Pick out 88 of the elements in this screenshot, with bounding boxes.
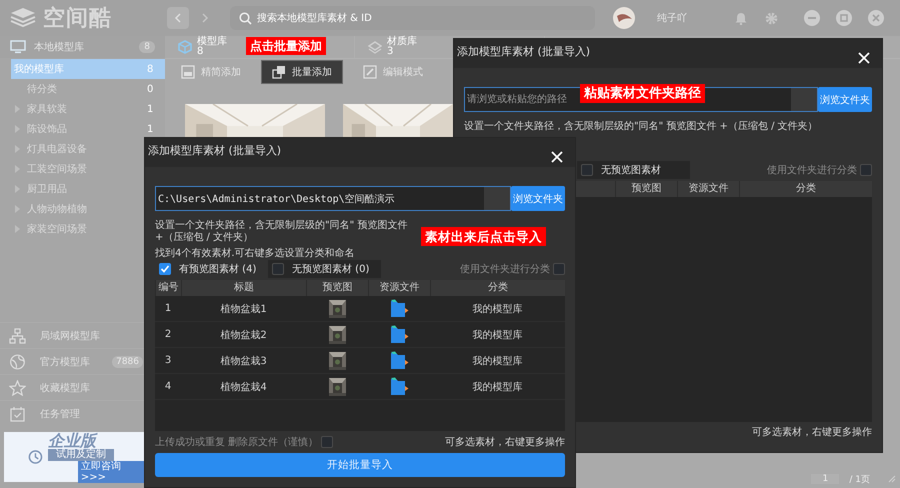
close-icon[interactable]: [551, 151, 563, 163]
table-cell-text: 4: [164, 380, 172, 394]
image-icon: [181, 65, 195, 79]
back-button[interactable]: [167, 7, 189, 29]
table-cell-text: 我的模型库: [472, 302, 524, 316]
hint-text: 设置一个文件夹路径，含无限制层级的"同名" 预览图文件 +（压缩包 / 文件夹）: [155, 220, 408, 244]
toolbar-button[interactable]: 编辑模式: [357, 60, 429, 84]
dialog-title: 添加模型库素材 (批量导入): [148, 143, 282, 158]
column-header[interactable]: 预览图: [615, 181, 677, 197]
filter-tab[interactable]: 无预览图素材: [577, 161, 690, 179]
checkbox[interactable]: [159, 263, 171, 275]
user-name[interactable]: 纯子吖: [657, 11, 687, 25]
cube-icon: [178, 40, 192, 54]
table-row[interactable]: 2 植物盆栽2 我的模型库: [155, 322, 565, 348]
star-icon: [9, 380, 26, 396]
pencil-icon: [363, 65, 377, 79]
table-cell-text: 我的模型库: [472, 380, 524, 394]
option-label: 上传成功或重复 删除原文件（谨慎）: [155, 436, 318, 449]
folder-icon: [390, 351, 408, 370]
maximize-icon[interactable]: [836, 10, 852, 26]
close-icon[interactable]: [858, 52, 870, 64]
result-text: 找到4个有效素材.可右键多选设置分类和命名: [155, 248, 356, 260]
table-cell-text: 植物盆栽2: [219, 328, 268, 342]
column-header[interactable]: 资源文件: [677, 181, 739, 197]
checkbox[interactable]: [321, 436, 334, 448]
column-header[interactable]: 标题: [181, 280, 306, 296]
globe-icon: [9, 354, 26, 370]
table-row[interactable]: 3 植物盆栽3 我的模型库: [155, 348, 565, 374]
table-cell-text: 植物盆栽4: [219, 380, 268, 394]
avatar[interactable]: [613, 7, 635, 29]
layers-icon: [368, 40, 382, 54]
search-field[interactable]: 搜索本地模型库素材 & ID: [230, 6, 595, 30]
footer-note: 可多选素材，右键更多操作: [445, 436, 565, 449]
hint-text: 设置一个文件夹路径，含无限制层级的"同名" 预览图文件 +（压缩包 / 文件夹）: [464, 121, 819, 133]
banner-title: 企业版: [48, 432, 96, 448]
resize-grip-icon[interactable]: [888, 475, 896, 483]
footer-note: 可多选素材，右键更多操作: [752, 426, 872, 439]
settings-icon[interactable]: [765, 12, 778, 24]
table-cell-text: 我的模型库: [472, 354, 524, 368]
bell-icon[interactable]: [735, 12, 747, 24]
table-cell-text: 植物盆栽3: [219, 354, 268, 368]
folder-icon: [390, 325, 408, 344]
page-field[interactable]: 1: [811, 474, 840, 484]
path-field[interactable]: C:\Users\Administrator\Desktop\空间酷演示: [155, 186, 511, 211]
column-header[interactable]: 资源文件: [368, 280, 430, 296]
chevron-left-icon[interactable]: [174, 13, 182, 23]
browse-folder-button[interactable]: 浏览文件夹: [818, 87, 872, 112]
option-label: 使用文件夹进行分类: [767, 164, 857, 177]
network-icon: [9, 328, 26, 344]
monitor-icon: [10, 40, 26, 54]
option-label: 使用文件夹进行分类: [460, 262, 550, 276]
stack-icon: [272, 65, 286, 79]
checkbox[interactable]: [553, 263, 565, 275]
clock-icon: [28, 449, 43, 465]
logo-icon: [10, 7, 36, 29]
checkbox[interactable]: [581, 164, 593, 176]
search-icon: [239, 12, 252, 25]
table-row[interactable]: 1 植物盆栽1 我的模型库: [155, 296, 565, 322]
column-header[interactable]: 预览图: [306, 280, 368, 296]
banner-link[interactable]: 立即咨询 >>>: [78, 460, 145, 482]
calendar-check-icon: [9, 406, 26, 422]
promo-banner[interactable]: 企业版 试用及定制 立即咨询 >>>: [4, 432, 145, 482]
table-cell-text: 2: [164, 328, 172, 342]
start-import-button[interactable]: 开始批量导入: [155, 453, 565, 477]
column-header[interactable]: 分类: [430, 280, 565, 296]
column-header[interactable]: 分类: [739, 181, 872, 197]
checkbox[interactable]: [860, 164, 872, 176]
toolbar-button[interactable]: 批量添加: [261, 60, 343, 84]
browse-folder-button[interactable]: 浏览文件夹: [511, 186, 565, 211]
folder-icon: [390, 299, 408, 318]
annotation-label: 点击批量添加: [246, 37, 326, 55]
folder-icon: [390, 377, 408, 396]
table-cell-text: 植物盆栽1: [219, 302, 268, 316]
annotation-label: 粘贴素材文件夹路径: [580, 84, 705, 103]
table-cell-text: 我的模型库: [472, 328, 524, 342]
table-cell-text: 3: [164, 354, 172, 368]
table-cell-text: 1: [164, 302, 172, 316]
toolbar-button[interactable]: 精简添加: [175, 60, 247, 84]
minimize-icon[interactable]: [804, 10, 820, 26]
table-row[interactable]: 4 植物盆栽4 我的模型库: [155, 374, 565, 400]
column-header[interactable]: 编号: [155, 280, 181, 296]
annotation-label: 素材出来后点击导入: [421, 227, 546, 246]
checkbox[interactable]: [272, 263, 284, 275]
chevron-right-icon[interactable]: [201, 13, 209, 23]
page-total: / 1页: [849, 474, 870, 486]
banner-subtitle: 试用及定制: [48, 448, 114, 460]
filter-tab[interactable]: 无预览图素材 (0): [268, 260, 381, 278]
sidebar-header-label: 本地模型库: [34, 40, 85, 54]
